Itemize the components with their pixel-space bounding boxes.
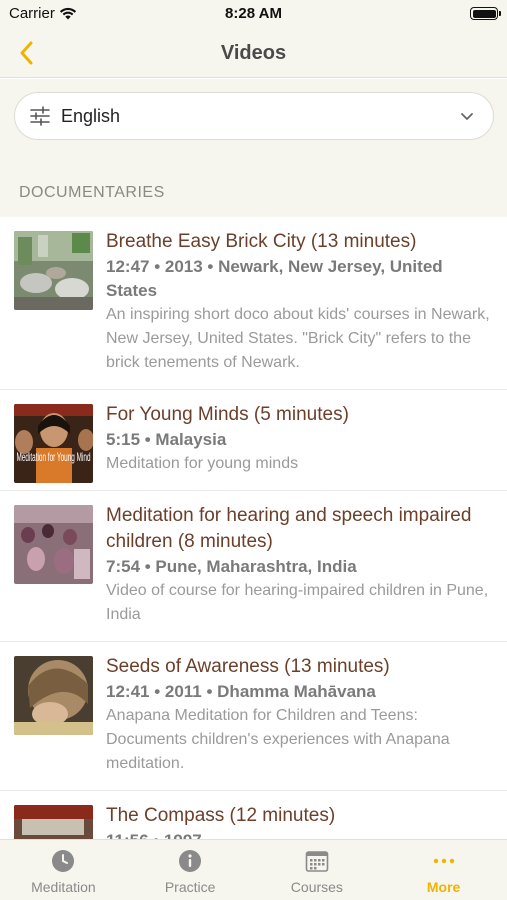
video-description: An inspiring short doco about kids' cour… xyxy=(106,306,490,371)
calendar-icon xyxy=(305,851,329,872)
sliders-icon xyxy=(30,106,50,126)
video-list: Breathe Easy Brick City (13 minutes) 12:… xyxy=(0,217,507,839)
page-title: Videos xyxy=(220,42,287,64)
tab-bar: Meditation Practice Courses More xyxy=(0,839,507,900)
section-header: DOCUMENTARIES xyxy=(19,184,165,201)
video-item[interactable]: Meditation for hearing and speech impair… xyxy=(0,491,507,642)
chevron-down-icon xyxy=(461,113,473,120)
video-title: Seeds of Awareness (13 minutes) xyxy=(106,656,390,677)
status-bar: Carrier 8:28 AM xyxy=(0,0,507,30)
navigation-bar: Videos xyxy=(0,30,507,78)
video-title: For Young Minds (5 minutes) xyxy=(106,404,349,425)
tab-courses[interactable]: Courses xyxy=(254,840,381,900)
video-thumbnail xyxy=(14,656,93,735)
battery-icon xyxy=(470,7,501,20)
video-item[interactable]: Seeds of Awareness (13 minutes) 12:41 • … xyxy=(0,642,507,791)
clock-icon xyxy=(52,850,75,872)
video-title: Breathe Easy Brick City (13 minutes) xyxy=(106,231,417,252)
video-title: The Compass (12 minutes) xyxy=(106,805,336,826)
video-description: Video of course for hearing-impaired chi… xyxy=(106,582,489,623)
tab-practice[interactable]: Practice xyxy=(127,840,254,900)
video-item[interactable]: Meditation for Young Mind For Young Mind… xyxy=(0,390,507,491)
video-thumbnail xyxy=(14,805,93,839)
video-item[interactable]: Breathe Easy Brick City (13 minutes) 12:… xyxy=(0,217,507,390)
tab-meditation[interactable]: Meditation xyxy=(0,840,127,900)
video-thumbnail xyxy=(14,505,93,584)
thumbnail-caption: Meditation for Young Mind xyxy=(17,450,91,464)
tab-label: Practice xyxy=(164,879,216,895)
video-meta: 7:54 • Pune, Maharashtra, India xyxy=(106,557,357,576)
language-select[interactable]: English xyxy=(14,92,494,140)
tab-label: Courses xyxy=(290,879,343,895)
tab-more[interactable]: More xyxy=(380,840,507,900)
info-icon xyxy=(179,850,202,872)
video-item[interactable]: The Compass (12 minutes) 11:56 • 1997 xyxy=(0,791,507,839)
video-meta: 12:41 • 2011 • Dhamma Mahāvana xyxy=(106,682,376,701)
filter-area: English DOCUMENTARIES xyxy=(0,79,507,217)
more-dots-icon xyxy=(433,858,454,864)
video-title: Meditation for hearing and speech impair… xyxy=(106,505,472,552)
video-thumbnail xyxy=(14,231,93,310)
video-meta: 5:15 • Malaysia xyxy=(106,430,227,449)
video-thumbnail: Meditation for Young Mind xyxy=(14,404,93,483)
tab-label: More xyxy=(426,879,461,895)
video-description: Meditation for young minds xyxy=(106,455,299,472)
video-meta: 11:56 • 1997 xyxy=(106,829,493,839)
language-value: English xyxy=(61,105,121,126)
clock: 8:28 AM xyxy=(225,5,282,22)
video-meta: 12:47 • 2013 • Newark, New Jersey, Unite… xyxy=(106,257,443,300)
video-description: Anapana Meditation for Children and Teen… xyxy=(106,707,450,772)
tab-label: Meditation xyxy=(31,879,96,895)
